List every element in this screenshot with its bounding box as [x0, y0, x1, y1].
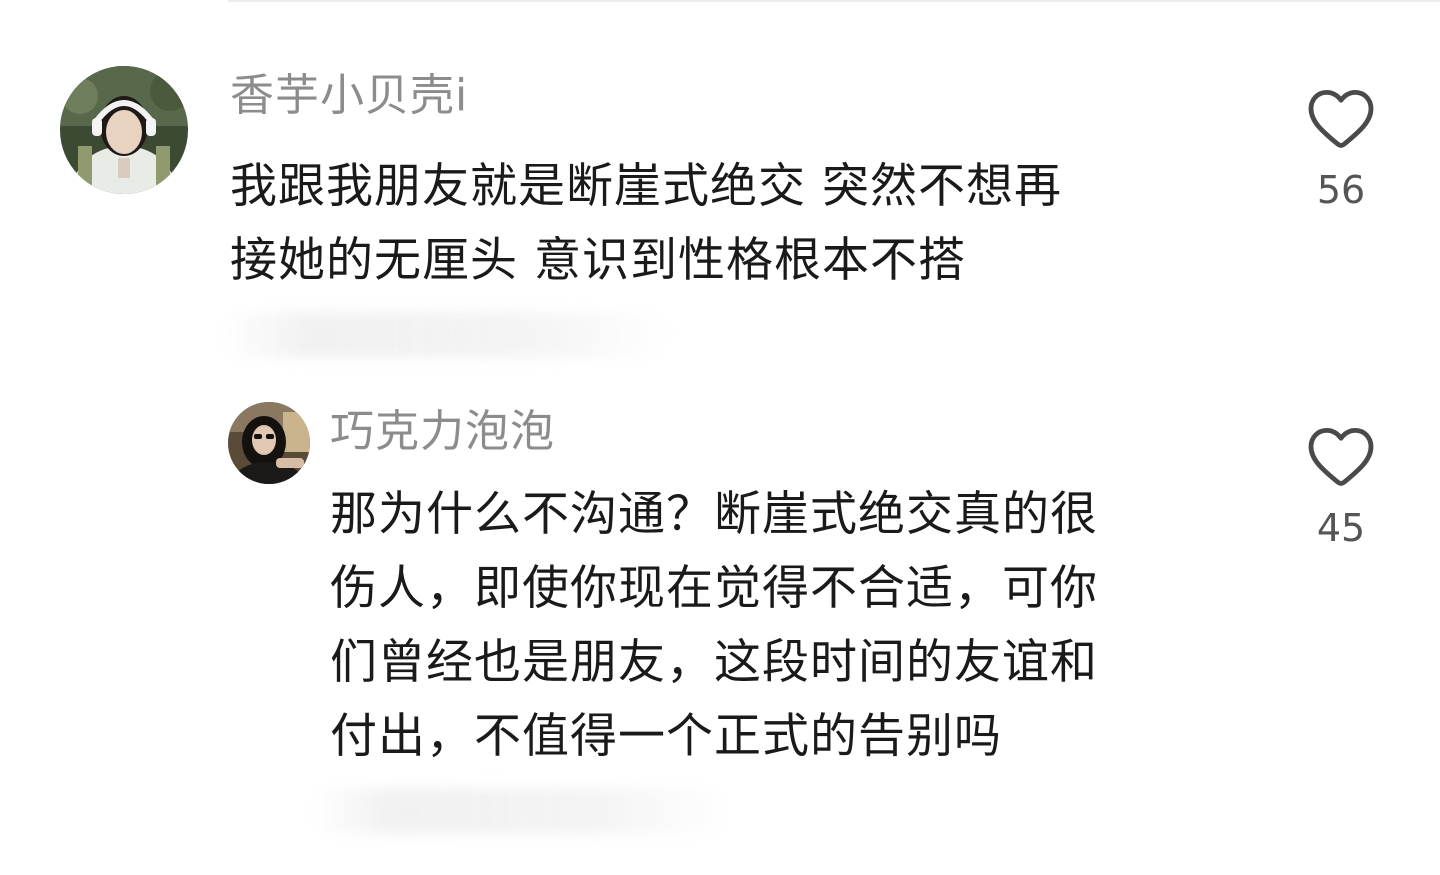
avatar[interactable] [60, 66, 188, 194]
reply-text-line: 那为什么不沟通？断崖式绝交真的很 [330, 487, 1098, 542]
like-count: 56 [1316, 168, 1366, 212]
like-button[interactable]: 45 [1296, 422, 1386, 550]
like-count: 45 [1316, 506, 1366, 550]
reply-text-line: 付出，不值得一个正式的告别吗 [330, 709, 1002, 764]
like-button[interactable]: 56 [1296, 84, 1386, 212]
heart-icon [1296, 84, 1386, 150]
comment-thread: 香芋小贝壳i 我跟我朋友就是断崖式绝交 突然不想再 接她的无厘头 意识到性格根本… [0, 0, 1440, 875]
reply-text[interactable]: 那为什么不沟通？断崖式绝交真的很 伤人，即使你现在觉得不合适，可你 们曾经也是朋… [330, 478, 1230, 774]
reply-text-line: 们曾经也是朋友，这段时间的友谊和 [330, 635, 1098, 690]
comment-text-line: 接她的无厘头 意识到性格根本不搭 [230, 233, 966, 288]
reply-username[interactable]: 巧克力泡泡 [330, 404, 555, 460]
avatar[interactable] [228, 402, 310, 484]
reply-text-line: 伤人，即使你现在觉得不合适，可你 [330, 561, 1098, 616]
reply-meta [310, 788, 730, 834]
heart-icon [1296, 422, 1386, 488]
comment-text[interactable]: 我跟我朋友就是断崖式绝交 突然不想再 接她的无厘头 意识到性格根本不搭 [230, 150, 1230, 298]
comment-username[interactable]: 香芋小贝壳i [230, 68, 468, 124]
divider [228, 0, 1440, 2]
comment-meta [220, 312, 670, 358]
comment-text-line: 我跟我朋友就是断崖式绝交 突然不想再 [230, 159, 1062, 214]
